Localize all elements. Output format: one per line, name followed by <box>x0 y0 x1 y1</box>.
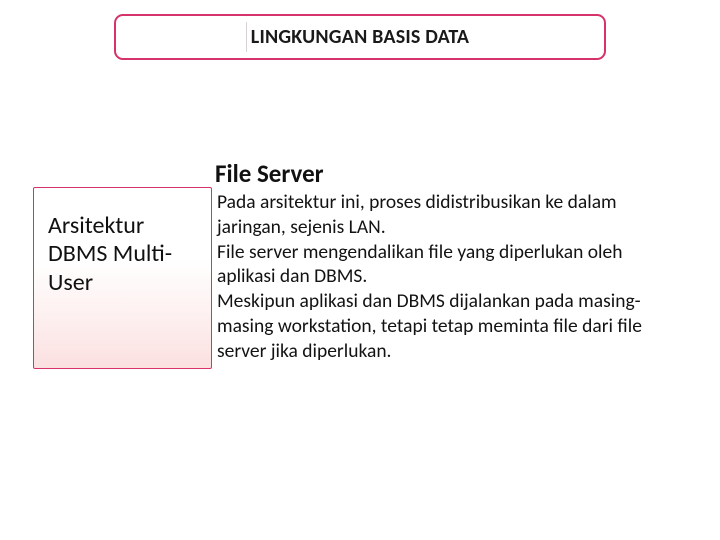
title-divider <box>246 22 247 52</box>
page-title: LINGKUNGAN BASIS DATA <box>251 25 469 49</box>
page-title-pill: LINGKUNGAN BASIS DATA <box>114 14 606 60</box>
side-label: Arsitektur DBMS Multi-User <box>48 212 199 297</box>
side-label-box: Arsitektur DBMS Multi-User <box>33 187 212 369</box>
body-paragraph: Pada arsitektur ini, proses didistribusi… <box>217 190 685 363</box>
section-heading: File Server <box>215 158 324 189</box>
